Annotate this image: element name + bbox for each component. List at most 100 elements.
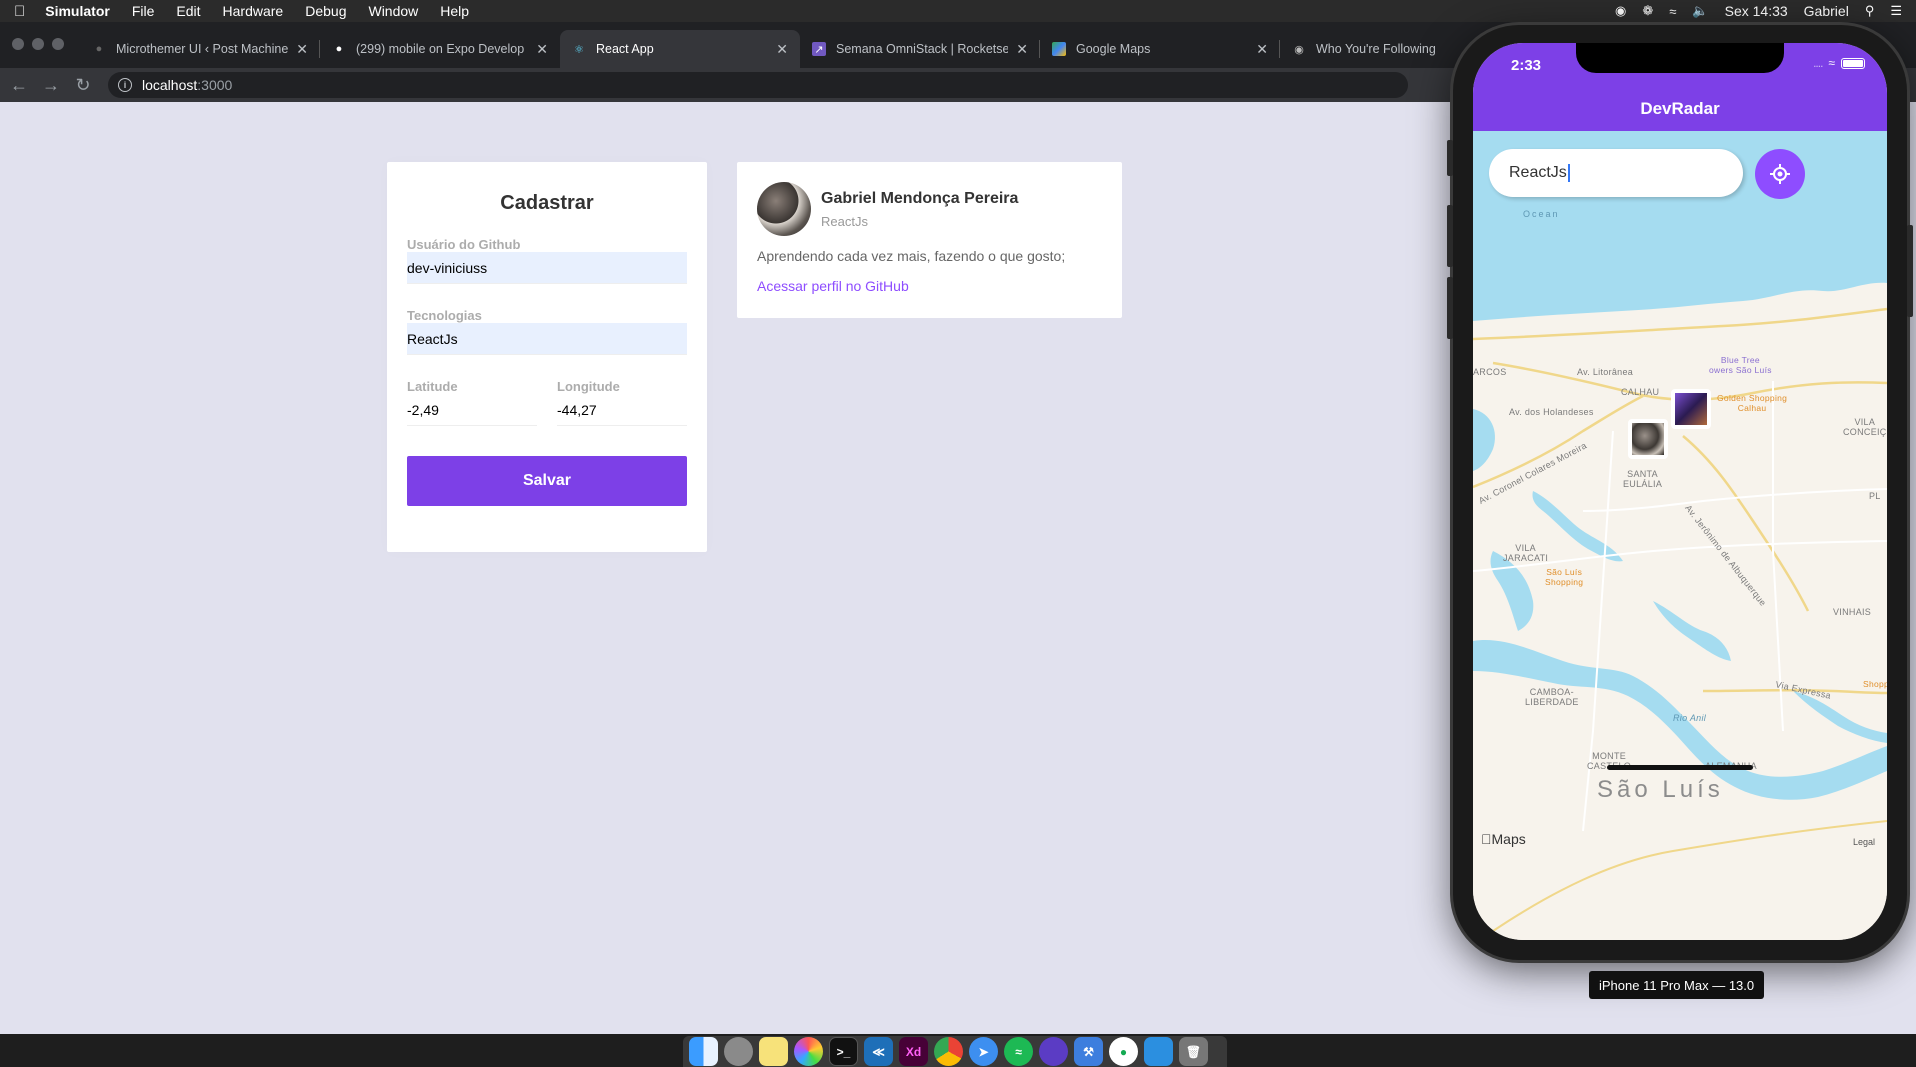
status-icons: .... ≈	[1813, 56, 1865, 70]
techs-input[interactable]	[407, 323, 687, 355]
close-tab-icon[interactable]: ✕	[1256, 41, 1268, 58]
github-username-input[interactable]	[407, 252, 687, 284]
mongodb-compass-icon[interactable]: ●	[1109, 1037, 1138, 1066]
dev-map-marker[interactable]	[1671, 389, 1711, 429]
longitude-label: Longitude	[557, 379, 620, 394]
dev-name: Gabriel Mendonça Pereira	[821, 189, 1019, 207]
map-view[interactable]: Ocean ARCOS Av. Litorânea CALHAU Av. dos…	[1473, 131, 1887, 940]
register-form-card: Cadastrar Usuário do Github Tecnologias …	[387, 162, 707, 552]
map-poi-blue-tree[interactable]: Blue Tree owers São Luís	[1709, 355, 1772, 375]
wifi-icon[interactable]: ≈	[1669, 4, 1676, 19]
finder-icon[interactable]	[689, 1037, 718, 1066]
map-label-vila-conceicao: VILA CONCEIÇ	[1843, 417, 1887, 437]
browser-tab[interactable]: ● Microthemer UI ‹ Post Machine ✕	[80, 30, 320, 68]
cellular-icon: ....	[1813, 56, 1823, 70]
chrome-icon[interactable]	[934, 1037, 963, 1066]
maps-logo-text: Maps	[1481, 831, 1526, 847]
forward-arrow-icon[interactable]: →	[38, 75, 64, 96]
apple-logo-icon: 	[1481, 831, 1492, 847]
map-label-calhau: CALHAU	[1621, 387, 1660, 397]
menu-debug[interactable]: Debug	[305, 3, 346, 19]
react-icon: ⚛	[574, 43, 584, 56]
text-caret	[1567, 164, 1570, 182]
volume-icon[interactable]: 🔈	[1692, 3, 1708, 19]
my-location-button[interactable]	[1755, 149, 1805, 199]
dev-header: Gabriel Mendonça Pereira ReactJs	[757, 182, 1102, 236]
browser-tab[interactable]: ● (299) mobile on Expo Develop ✕	[320, 30, 560, 68]
menu-edit[interactable]: Edit	[176, 3, 200, 19]
simulator-device-label: iPhone 11 Pro Max — 13.0	[1589, 971, 1765, 999]
map-label-arcos: ARCOS	[1473, 367, 1507, 377]
menu-hardware[interactable]: Hardware	[223, 3, 284, 19]
safari-icon[interactable]: ➤	[969, 1037, 998, 1066]
longitude-input[interactable]	[557, 394, 687, 426]
menu-help[interactable]: Help	[440, 3, 469, 19]
map-label-av-litoranea: Av. Litorânea	[1577, 367, 1634, 377]
close-tab-icon[interactable]: ✕	[536, 41, 548, 58]
search-input[interactable]: ReactJs	[1489, 149, 1743, 197]
launchpad-icon[interactable]	[724, 1037, 753, 1066]
tab-title: Microthemer UI ‹ Post Machine	[116, 42, 289, 56]
map-label-santa-eulalia: SANTA EULÁLIA	[1623, 469, 1663, 489]
close-tab-icon[interactable]: ✕	[296, 41, 308, 58]
adobe-xd-icon[interactable]: Xd	[899, 1037, 928, 1066]
address-bar[interactable]: i localhost:3000	[108, 72, 1408, 98]
longitude-group: Longitude	[557, 379, 687, 426]
browser-tab[interactable]: ◉ Who You're Following	[1280, 30, 1460, 68]
volume-up-button[interactable]	[1447, 205, 1453, 267]
power-button[interactable]	[1907, 225, 1913, 317]
reload-icon[interactable]: ↻	[70, 75, 96, 96]
menubar-clock[interactable]: Sex 14:33	[1725, 3, 1788, 19]
battery-icon	[1841, 57, 1865, 69]
latitude-input[interactable]	[407, 394, 537, 426]
map-poi-golden-shopping[interactable]: Golden Shopping Calhau	[1717, 393, 1787, 413]
save-button[interactable]: Salvar	[407, 456, 687, 506]
menu-app-simulator[interactable]: Simulator	[45, 3, 110, 19]
silent-switch[interactable]	[1447, 140, 1453, 176]
vscode-icon[interactable]: ≪	[864, 1037, 893, 1066]
notes-icon[interactable]	[759, 1037, 788, 1066]
back-arrow-icon[interactable]: ←	[6, 75, 32, 96]
search-input-value: ReactJs	[1509, 164, 1567, 181]
creative-cloud-icon[interactable]: ◉	[1615, 3, 1626, 19]
map-label-vinhais: VINHAIS	[1833, 607, 1872, 617]
close-tab-icon[interactable]: ✕	[776, 41, 788, 58]
latitude-label: Latitude	[407, 379, 458, 394]
tab-title: Semana OmniStack | Rocketse	[836, 42, 1009, 56]
avatar	[757, 182, 811, 236]
map-label-av-holandeses: Av. dos Holandeses	[1509, 407, 1594, 417]
dev-info: Gabriel Mendonça Pereira ReactJs	[821, 190, 1018, 229]
spotify-icon[interactable]: ≈	[1004, 1037, 1033, 1066]
close-tab-icon[interactable]: ✕	[1016, 41, 1028, 58]
zoom-window-button[interactable]	[52, 38, 64, 50]
minimize-window-button[interactable]	[32, 38, 44, 50]
xcode-icon[interactable]: ⚒	[1074, 1037, 1103, 1066]
menu-file[interactable]: File	[132, 3, 155, 19]
insomnia-icon[interactable]	[1039, 1037, 1068, 1066]
ios-status-bar: 2:33 .... ≈	[1473, 43, 1887, 87]
home-indicator[interactable]	[1607, 765, 1753, 770]
map-poi-sao-luis-shopping[interactable]: São Luís Shopping	[1545, 567, 1583, 587]
menubar-user[interactable]: Gabriel	[1804, 3, 1849, 19]
notch	[1576, 43, 1784, 73]
browser-tab[interactable]: ↗ Semana OmniStack | Rocketse ✕	[800, 30, 1040, 68]
spotlight-search-icon[interactable]: ⚲	[1865, 3, 1875, 19]
map-legal-link[interactable]: Legal	[1853, 837, 1875, 847]
volume-down-button[interactable]	[1447, 277, 1453, 339]
notification-center-icon[interactable]: ☰	[1890, 3, 1902, 19]
photos-icon[interactable]	[794, 1037, 823, 1066]
menu-window[interactable]: Window	[368, 3, 418, 19]
dev-map-marker[interactable]	[1628, 419, 1668, 459]
apple-menu-icon[interactable]: 	[14, 3, 25, 20]
site-info-icon[interactable]: i	[118, 78, 132, 92]
network-icon[interactable]: ❁	[1642, 3, 1653, 19]
simulator-icon[interactable]	[1144, 1037, 1173, 1066]
github-profile-link[interactable]: Acessar perfil no GitHub	[757, 278, 1102, 294]
browser-tab[interactable]: Google Maps ✕	[1040, 30, 1280, 68]
iphone-simulator: Ocean ARCOS Av. Litorânea CALHAU Av. dos…	[1447, 25, 1913, 960]
close-window-button[interactable]	[12, 38, 24, 50]
dev-techs: ReactJs	[821, 213, 868, 229]
browser-tab-active[interactable]: ⚛ React App ✕	[560, 30, 800, 68]
trash-icon[interactable]: 🗑	[1179, 1037, 1208, 1066]
terminal-icon[interactable]: >_	[829, 1037, 858, 1066]
